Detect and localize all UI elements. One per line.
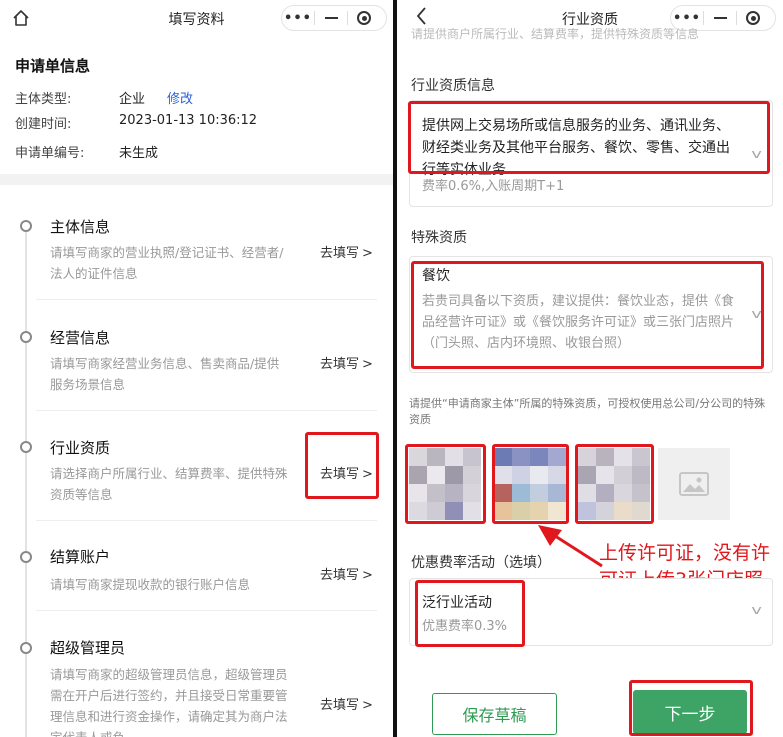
info-value: 2023-01-13 10:36:12: [119, 113, 258, 128]
info-value: 未生成: [119, 146, 159, 161]
step-desc: 请选择商户所属行业、结算费率、提供特殊资质等信息: [50, 466, 288, 502]
step-desc: 请填写商家的营业执照/登记证书、经营者/法人的证件信息: [50, 245, 284, 281]
step-line: [25, 232, 27, 312]
special-hint: 请提供“申请商家主体”所属的特殊资质，可授权使用总公司/分公司的特殊资质: [409, 397, 766, 426]
industry-qualification-page: 行业资质 ••• 请提供商户所属行业、结算费率，提供特殊资质等信息 行业资质信息…: [397, 0, 783, 737]
step-desc: 请填写商家提现收款的银行账户信息: [50, 577, 251, 592]
info-value: 企业: [119, 92, 146, 107]
step-settlement-account[interactable]: 结算账户 请填写商家提现收款的银行账户信息 去填写 >: [0, 532, 393, 632]
more-icon[interactable]: •••: [282, 6, 314, 30]
fill-info-page: 填写资料 ••• 申请单信息 主体类型: 企业 修改 创建时间: 2023-01…: [0, 0, 393, 737]
chevron-right-icon: >: [362, 568, 373, 583]
step-dot: [20, 220, 32, 232]
step-title: 行业资质: [50, 439, 111, 457]
add-image-button[interactable]: [658, 448, 730, 520]
special-desc: 若贵司具备以下资质，建议提供：餐饮业态，提供《食品经营许可证》或《餐饮服务许可证…: [422, 294, 735, 351]
step-line: [25, 422, 27, 441]
chevron-down-icon: v: [751, 147, 762, 161]
special-value: 餐饮: [422, 268, 450, 284]
industry-label: 行业资质信息: [411, 78, 495, 94]
step-dot: [20, 331, 32, 343]
step-dot: [20, 642, 32, 654]
industry-select[interactable]: 提供网上交易场所或信息服务的业务、通讯业务、财经类业务及其他平台服务、餐饮、零售…: [409, 100, 773, 207]
step-title: 经营信息: [50, 329, 111, 347]
left-top-bar: 填写资料 •••: [0, 0, 393, 36]
chevron-down-icon: v: [751, 307, 762, 321]
minimize-icon[interactable]: [315, 6, 347, 30]
step-divider: [36, 610, 377, 611]
go-fill-button[interactable]: 去填写 >: [320, 463, 373, 482]
step-line: [25, 343, 27, 422]
info-label: 创建时间:: [15, 117, 72, 132]
mini-program-capsule: •••: [281, 5, 387, 31]
go-fill-button[interactable]: 去填写 >: [320, 694, 373, 713]
special-qualification-select[interactable]: 餐饮 若贵司具备以下资质，建议提供：餐饮业态，提供《食品经营许可证》或《餐饮服务…: [409, 256, 773, 373]
info-row-application-number: 申请单编号: 未生成: [15, 142, 158, 161]
save-draft-button[interactable]: 保存草稿: [432, 693, 557, 735]
step-line: [25, 654, 27, 737]
step-divider: [36, 299, 377, 300]
step-desc: 请填写商家经营业务信息、售卖商品/提供服务场景信息: [50, 356, 280, 392]
step-divider: [36, 410, 377, 411]
uploaded-image-1[interactable]: [409, 448, 481, 520]
uploaded-image-3[interactable]: [578, 448, 650, 520]
go-fill-button[interactable]: 去填写 >: [320, 564, 373, 583]
step-super-admin[interactable]: 超级管理员 请填写商家的超级管理员信息，超级管理员需在开户后进行签约，并且接受日…: [0, 632, 393, 737]
step-business-info[interactable]: 经营信息 请填写商家经营业务信息、售卖商品/提供服务场景信息 去填写 >: [0, 312, 393, 422]
application-info-title: 申请单信息: [15, 57, 91, 75]
info-label: 主体类型:: [15, 92, 72, 107]
step-entity-info[interactable]: 主体信息 请填写商家的营业执照/登记证书、经营者/法人的证件信息 去填写 >: [0, 200, 393, 312]
image-placeholder-icon: [679, 472, 709, 496]
go-fill-button[interactable]: 去填写 >: [320, 353, 373, 372]
info-label: 申请单编号:: [15, 146, 85, 161]
next-step-button[interactable]: 下一步: [633, 690, 747, 734]
step-title: 主体信息: [50, 218, 111, 236]
step-line: [25, 563, 27, 632]
chevron-right-icon: >: [362, 246, 373, 261]
close-target-icon[interactable]: [737, 6, 769, 30]
promo-label: 优惠费率活动（选填）: [411, 555, 551, 571]
promo-select[interactable]: 泛行业活动 优惠费率0.3% v: [409, 578, 773, 646]
screenshot-root: 填写资料 ••• 申请单信息 主体类型: 企业 修改 创建时间: 2023-01…: [0, 0, 783, 737]
info-row-entity-type: 主体类型: 企业 修改: [15, 88, 193, 107]
close-target-icon[interactable]: [348, 6, 380, 30]
step-line: [25, 632, 27, 642]
step-line: [25, 532, 27, 551]
uploaded-image-2[interactable]: [494, 448, 566, 520]
step-dot: [20, 551, 32, 563]
step-dot: [20, 441, 32, 453]
info-row-created-time: 创建时间: 2023-01-13 10:36:12: [15, 113, 257, 132]
chevron-right-icon: >: [362, 698, 373, 713]
promo-rate: 优惠费率0.3%: [422, 619, 508, 634]
step-title: 结算账户: [50, 548, 111, 566]
scrolled-text: 请提供商户所属行业、结算费率，提供特殊资质等信息: [411, 28, 700, 40]
promo-value: 泛行业活动: [422, 595, 492, 611]
more-icon[interactable]: •••: [671, 6, 703, 30]
chevron-right-icon: >: [362, 357, 373, 372]
go-fill-button[interactable]: 去填写 >: [320, 242, 373, 261]
step-title: 超级管理员: [50, 639, 126, 657]
chevron-down-icon: v: [751, 603, 762, 617]
special-label: 特殊资质: [411, 230, 467, 246]
chevron-right-icon: >: [362, 467, 373, 482]
industry-rate: 费率0.6%,入账周期T+1: [422, 179, 565, 194]
step-desc: 请填写商家的超级管理员信息，超级管理员需在开户后进行签约，并且接受日常重要管理信…: [50, 667, 288, 737]
modify-link[interactable]: 修改: [167, 88, 193, 107]
minimize-icon[interactable]: [704, 6, 736, 30]
step-line: [25, 312, 27, 331]
industry-value: 提供网上交易场所或信息服务的业务、通讯业务、财经类业务及其他平台服务、餐饮、零售…: [422, 118, 730, 178]
step-industry-qualification[interactable]: 行业资质 请选择商户所属行业、结算费率、提供特殊资质等信息 去填写 >: [0, 422, 393, 532]
step-divider: [36, 520, 377, 521]
step-line: [25, 453, 27, 532]
section-divider-band: [0, 174, 393, 185]
